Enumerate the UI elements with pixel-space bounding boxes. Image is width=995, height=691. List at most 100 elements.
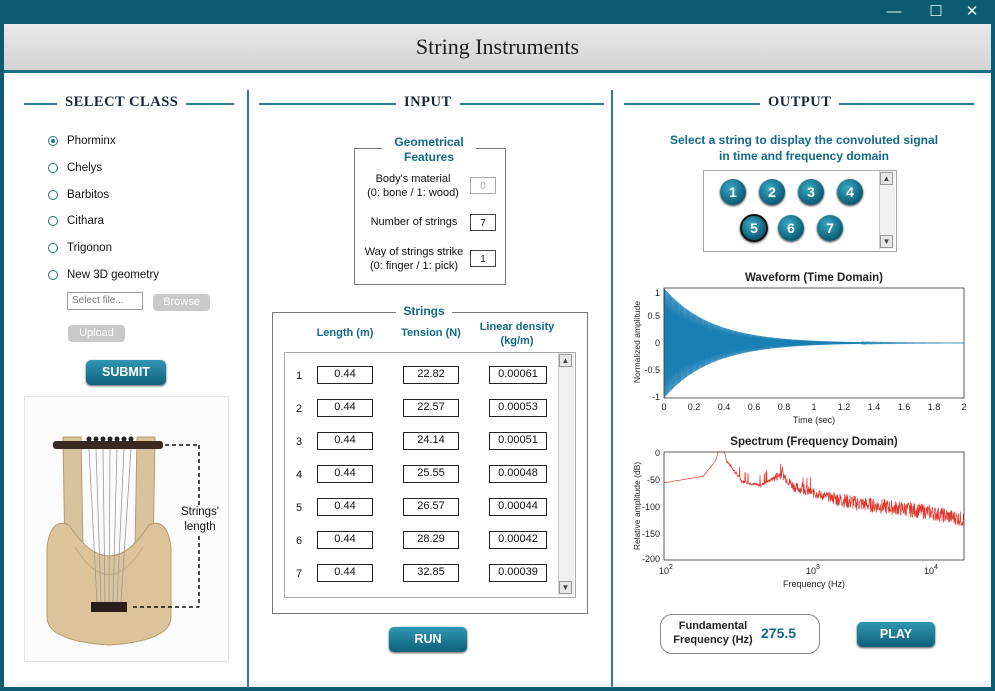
density-field[interactable]: 0.00042 xyxy=(489,531,547,549)
tension-field[interactable]: 28.29 xyxy=(403,531,459,549)
radio-icon[interactable] xyxy=(48,216,58,226)
app-window: — ☐ ✕ String Instruments SELECT CLASS Ph… xyxy=(0,0,995,691)
column-divider-right xyxy=(611,90,613,688)
main-frame: String Instruments SELECT CLASS Phorminx… xyxy=(4,24,991,688)
submit-button[interactable]: SUBMIT xyxy=(86,360,166,385)
spectrum-xtick: 10 xyxy=(659,566,669,576)
fundamental-frequency-display: Fundamental Frequency (Hz) 275.5 xyxy=(660,614,820,654)
app-title: String Instruments xyxy=(415,34,580,59)
number-of-strings-label: Number of strings xyxy=(370,216,458,228)
window-titlebar: — ☐ ✕ xyxy=(0,0,995,24)
waveform-ytick: -0.5 xyxy=(644,365,660,375)
waveform-xtick: 0.6 xyxy=(748,402,761,412)
spectrum-xtick: 10 xyxy=(806,566,816,576)
length-field[interactable]: 0.44 xyxy=(317,531,373,549)
spectrum-ytick: -150 xyxy=(642,529,660,539)
spectrum-xtick: 2 xyxy=(669,564,673,571)
spectrum-ytick: -100 xyxy=(642,502,660,512)
tension-field[interactable]: 25.55 xyxy=(403,465,459,483)
string-button-3[interactable]: 3 xyxy=(798,179,824,205)
col-density-header: Linear density (kg/m) xyxy=(479,321,555,347)
output-instruction: Select a string to display the convolute… xyxy=(669,133,939,163)
select-class-title: SELECT CLASS xyxy=(57,94,187,111)
scroll-up-icon[interactable]: ▲ xyxy=(880,172,893,185)
column-divider-left xyxy=(247,90,249,688)
string-button-2[interactable]: 2 xyxy=(759,179,785,205)
waveform-xtick: 1.2 xyxy=(838,402,851,412)
strings-scrollbar[interactable] xyxy=(558,353,574,595)
density-field[interactable]: 0.00048 xyxy=(489,465,547,483)
tension-field[interactable]: 22.82 xyxy=(403,366,459,384)
waveform-xtick: 0.8 xyxy=(778,402,791,412)
length-field[interactable]: 0.44 xyxy=(317,564,373,582)
spectrum-ytick: 0 xyxy=(655,448,660,458)
close-button[interactable]: ✕ xyxy=(958,2,986,22)
spectrum-chart: 0 -50 -100 -150 -200 10 2 10 3 10 4 Freq… xyxy=(632,448,965,589)
string-button-5[interactable]: 5 xyxy=(740,214,768,242)
waveform-ytick: 1 xyxy=(655,288,660,298)
radio-cithara[interactable]: Cithara xyxy=(48,212,104,230)
spectrum-xtick: 3 xyxy=(816,564,820,571)
radio-selected-icon[interactable] xyxy=(48,136,58,146)
radio-trigonon[interactable]: Trigonon xyxy=(48,239,112,257)
length-field[interactable]: 0.44 xyxy=(317,498,373,516)
spectrum-xlabel: Frequency (Hz) xyxy=(783,579,845,589)
waveform-xtick: 0.4 xyxy=(718,402,731,412)
scroll-down-icon[interactable]: ▼ xyxy=(559,581,572,594)
strings-length-annotation: Strings' length xyxy=(175,505,225,535)
spectrum-xtick: 10 xyxy=(924,566,934,576)
length-field[interactable]: 0.44 xyxy=(317,465,373,483)
radio-icon[interactable] xyxy=(48,270,58,280)
number-of-strings-field[interactable]: 7 xyxy=(470,214,496,231)
radio-chelys[interactable]: Chelys xyxy=(48,159,102,177)
waveform-ytick: -1 xyxy=(652,392,660,402)
tension-field[interactable]: 24.14 xyxy=(403,432,459,450)
radio-icon[interactable] xyxy=(48,243,58,253)
strings-strike-label: Way of strings strike (0: finger / 1: pi… xyxy=(364,246,464,272)
waveform-xlabel: Time (sec) xyxy=(793,415,835,425)
length-field[interactable]: 0.44 xyxy=(317,366,373,384)
radio-icon[interactable] xyxy=(48,163,58,173)
maximize-button[interactable]: ☐ xyxy=(922,2,950,22)
scroll-up-icon[interactable]: ▲ xyxy=(559,354,572,367)
density-field[interactable]: 0.00061 xyxy=(489,366,547,384)
body-material-field[interactable]: 0 xyxy=(470,177,496,194)
length-field[interactable]: 0.44 xyxy=(317,399,373,417)
file-input[interactable]: Select file... xyxy=(67,292,143,310)
spectrum-ytick: -200 xyxy=(642,554,660,564)
tension-field[interactable]: 32.85 xyxy=(403,564,459,582)
instrument-image: Strings' length xyxy=(24,396,229,662)
waveform-xtick: 0 xyxy=(661,402,666,412)
scroll-down-icon[interactable]: ▼ xyxy=(880,235,893,248)
col-tension-header: Tension (N) xyxy=(401,327,461,339)
radio-new-3d-geometry[interactable]: New 3D geometry xyxy=(48,266,159,284)
tension-field[interactable]: 22.57 xyxy=(403,399,459,417)
waveform-chart: 1 0.5 0 -0.5 -1 0 0.2 0.4 0.6 0.8 1 1.2 … xyxy=(632,287,967,425)
radio-phorminx[interactable]: Phorminx xyxy=(48,132,116,150)
body-material-label: Body's material (0: bone / 1: wood) xyxy=(367,173,459,199)
waveform-ytick: 0.5 xyxy=(647,311,660,321)
density-field[interactable]: 0.00044 xyxy=(489,498,547,516)
density-field[interactable]: 0.00053 xyxy=(489,399,547,417)
play-button[interactable]: PLAY xyxy=(857,622,935,647)
length-field[interactable]: 0.44 xyxy=(317,432,373,450)
density-field[interactable]: 0.00051 xyxy=(489,432,547,450)
upload-button[interactable]: Upload xyxy=(68,325,125,342)
run-button[interactable]: RUN xyxy=(389,627,467,652)
string-button-4[interactable]: 4 xyxy=(837,179,863,205)
string-button-1[interactable]: 1 xyxy=(720,179,746,205)
waveform-xtick: 0.2 xyxy=(688,402,701,412)
radio-barbitos[interactable]: Barbitos xyxy=(48,186,109,204)
density-field[interactable]: 0.00039 xyxy=(489,564,547,582)
radio-icon[interactable] xyxy=(48,190,58,200)
browse-button[interactable]: Browse xyxy=(153,294,210,311)
waveform-ylabel: Normalized amplitude xyxy=(632,301,642,383)
waveform-xtick: 1.6 xyxy=(898,402,911,412)
string-button-7[interactable]: 7 xyxy=(817,215,843,241)
spectrum-ylabel: Relative amplitude (dB) xyxy=(632,462,642,551)
spectrum-series-line xyxy=(663,451,965,527)
tension-field[interactable]: 26.57 xyxy=(403,498,459,516)
strings-strike-field[interactable]: 1 xyxy=(470,250,496,267)
string-button-6[interactable]: 6 xyxy=(778,215,804,241)
minimize-button[interactable]: — xyxy=(880,2,908,22)
